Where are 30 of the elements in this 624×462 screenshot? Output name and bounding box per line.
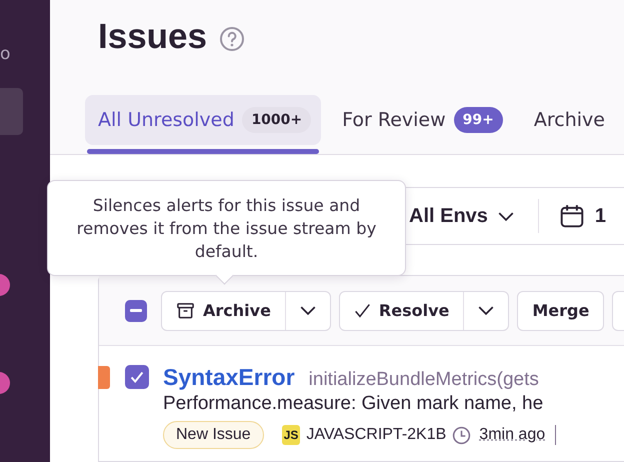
clock-icon [452,426,472,444]
tab[interactable]: For Review 99+ [329,95,513,145]
date-range-button[interactable]: 1 [558,203,606,229]
calendar-icon [558,203,585,229]
issue-message: Performance.measure: Given mark name, he [163,393,544,415]
checkmark-icon [354,302,371,319]
tab-label: For Review [342,109,446,131]
tab-label: All Unresolved [98,109,234,131]
action-button[interactable]: Merge [518,292,604,330]
row-checkbox[interactable] [125,365,149,389]
tab-label: Archive [534,109,605,131]
short-id: JAVASCRIPT-2K1B [306,426,446,444]
chevron-down-icon [498,212,514,220]
platform-icon: JS [282,425,300,445]
page-title: Issues [98,17,207,57]
archive-box-icon [176,301,195,320]
time-link[interactable]: 3min ago [479,426,546,444]
count-badge: 1000+ [242,107,312,133]
chevron-down-icon [300,306,316,315]
sidebar-label: o [0,43,10,66]
issue-title[interactable]: SyntaxError [163,364,295,391]
tooltip-text: Silences alerts for this issue and removes it from the issue stream by default. [76,195,378,263]
tab[interactable]: Archive [520,95,615,145]
new-issue-badge: New Issue [163,421,264,449]
select-all-checkbox[interactable] [125,300,147,322]
chevron-down-icon [478,306,494,315]
count-badge: 99+ [454,107,503,133]
issue-culprit: initializeBundleMetrics(gets [308,369,539,391]
environment-dropdown[interactable]: All Envs [409,204,514,228]
help-icon[interactable] [218,26,245,52]
